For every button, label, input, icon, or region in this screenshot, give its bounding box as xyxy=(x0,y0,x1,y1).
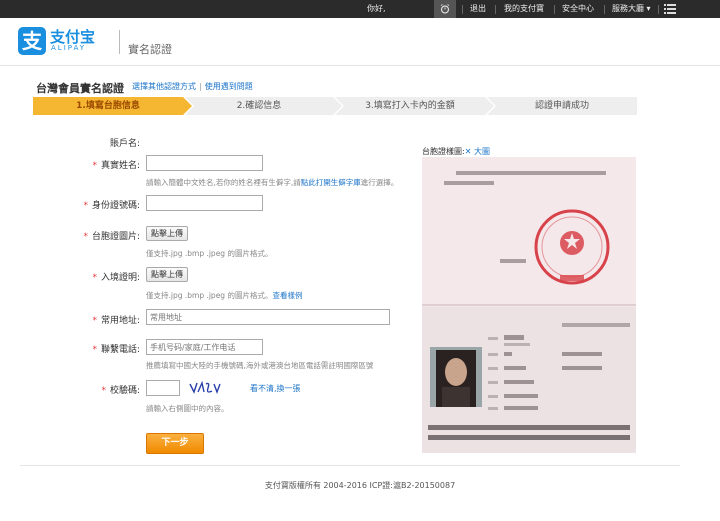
next-button[interactable]: 下一步 xyxy=(146,433,204,454)
captcha-image[interactable] xyxy=(188,380,222,396)
name-hint: 請輸入簡體中文姓名,若你的姓名裡有生僻字,請點此打開生僻字庫進行選擇。 xyxy=(146,178,399,187)
step-label: 認證申請成功 xyxy=(534,101,589,111)
header-divider xyxy=(0,65,720,66)
photo-hint: 僅支持.jpg .bmp .jpeg 的圖片格式。 xyxy=(146,249,273,258)
phone-label: * 聯繫電話: xyxy=(92,345,140,355)
service-hall-menu[interactable]: 服務大廳 ▾ xyxy=(612,0,651,18)
captcha-input[interactable] xyxy=(146,380,180,396)
phone-input[interactable] xyxy=(146,339,263,355)
captcha-hint: 請輸入右側圖中的內容。 xyxy=(146,404,229,413)
real-name-input[interactable] xyxy=(146,155,263,171)
logout-link[interactable]: 退出 xyxy=(470,0,486,18)
entry-hint: 僅支持.jpg .bmp .jpeg 的圖片格式。查看樣例 xyxy=(146,291,303,300)
footer-copyright: 支付寶版權所有 2004-2016 ICP證:滬B2-20150087 xyxy=(264,481,456,490)
address-label: * 常用地址: xyxy=(92,316,140,326)
logo-divider xyxy=(119,30,120,54)
name-label: * 真實姓名: xyxy=(92,161,140,171)
account-label: 賬戶名: xyxy=(109,139,140,149)
step-3: 3.填寫打入卡內的金額 xyxy=(335,97,496,115)
message-button[interactable] xyxy=(434,0,456,18)
passport-illustration xyxy=(422,157,636,453)
alarm-icon xyxy=(440,4,450,14)
my-alipay-link[interactable]: 我的支付寶 xyxy=(504,0,544,18)
captcha-label: * 校驗碼: xyxy=(101,386,140,396)
step-label: 2.確認信息 xyxy=(236,101,282,111)
security-center-link[interactable]: 安全中心 xyxy=(562,0,594,18)
enlarge-link[interactable]: ✕ 大圖 xyxy=(465,147,490,156)
photo-label: * 台胞證圖片: xyxy=(83,232,140,242)
entry-label: * 入境證明: xyxy=(92,273,140,283)
page-title: 台灣會員實名認證 xyxy=(36,82,124,95)
title-links: 選擇其他認證方式 | 使用遇到問題 xyxy=(132,82,253,91)
taiwan-permit-sample-image xyxy=(422,157,636,453)
logo-subtext: ALIPAY xyxy=(51,44,87,52)
step-2: 2.確認信息 xyxy=(185,97,344,115)
step-label: 3.填寫打入卡內的金額 xyxy=(365,101,455,111)
step-label: 1.填寫台胞信息 xyxy=(76,101,140,111)
footer-divider xyxy=(20,465,680,466)
alipay-logo-icon: 支 xyxy=(18,27,46,55)
view-sample-link[interactable]: 查看樣例 xyxy=(272,291,302,300)
entry-upload-button[interactable]: 點擊上傳 xyxy=(146,267,188,282)
step-4: 認證申請成功 xyxy=(487,97,637,115)
menu-list-icon[interactable] xyxy=(664,4,676,14)
address-input[interactable] xyxy=(146,309,390,325)
photo-upload-button[interactable]: 點擊上傳 xyxy=(146,226,188,241)
progress-steps: 1.填寫台胞信息 2.確認信息 3.填寫打入卡內的金額 認證申請成功 xyxy=(33,97,637,115)
step-1: 1.填寫台胞信息 xyxy=(33,97,194,115)
help-link[interactable]: 使用遇到問題 xyxy=(205,82,253,91)
sample-label: 台胞證樣圖:✕ 大圖 xyxy=(422,147,490,156)
id-number-input[interactable] xyxy=(146,195,263,211)
id-label: * 身份證號碼: xyxy=(83,201,140,211)
refresh-captcha-link[interactable]: 看不清,換一張 xyxy=(250,383,301,394)
phone-hint: 推薦填寫中國大陸的手機號碼,海外或港澳台地區電話需註明國際區號 xyxy=(146,361,374,370)
other-verification-link[interactable]: 選擇其他認證方式 xyxy=(132,82,196,91)
page-name: 實名認證 xyxy=(128,43,172,56)
top-bar: 你好, 退出 我的支付寶 安全中心 服務大廳 ▾ xyxy=(0,0,720,18)
greeting-text: 你好, xyxy=(367,4,386,13)
rare-char-link[interactable]: 點此打開生僻字庫 xyxy=(301,178,361,187)
